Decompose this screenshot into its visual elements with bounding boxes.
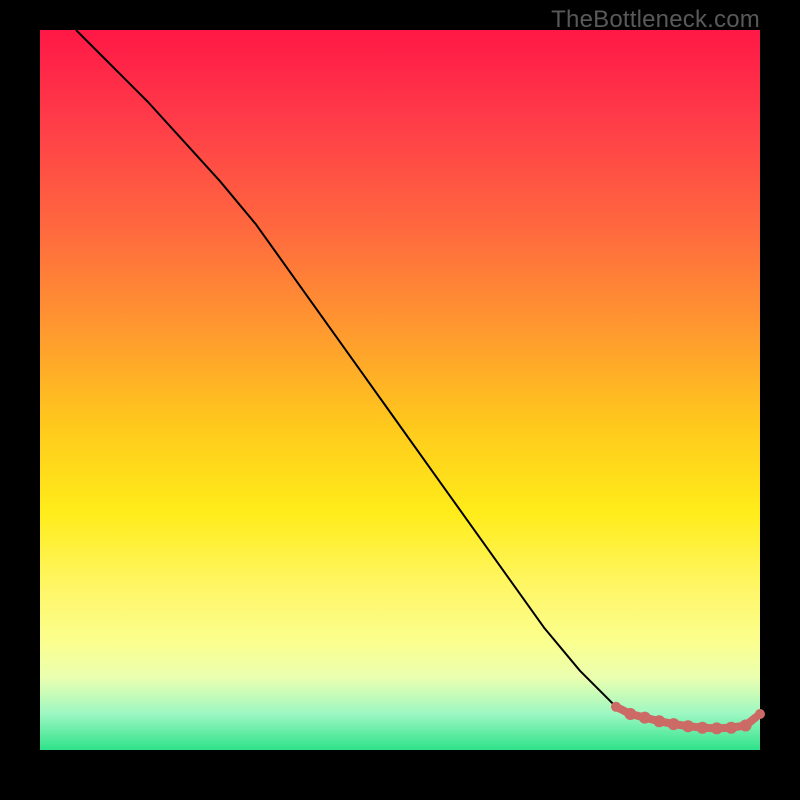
scatter-dot bbox=[725, 722, 737, 734]
scatter-dot bbox=[668, 718, 680, 730]
scatter-dots bbox=[611, 702, 765, 735]
plot-overlay bbox=[40, 30, 760, 750]
scatter-dot bbox=[639, 712, 651, 724]
curve-path bbox=[76, 30, 760, 728]
scatter-dot bbox=[740, 720, 752, 732]
scatter-dot bbox=[611, 702, 621, 712]
scatter-dot bbox=[755, 709, 765, 719]
chart-stage: TheBottleneck.com bbox=[0, 0, 800, 800]
scatter-dot bbox=[624, 708, 636, 720]
scatter-dot bbox=[711, 722, 723, 734]
scatter-dot bbox=[682, 720, 694, 732]
scatter-dot bbox=[653, 715, 665, 727]
scatter-dot bbox=[696, 722, 708, 734]
curve-line bbox=[76, 30, 760, 728]
